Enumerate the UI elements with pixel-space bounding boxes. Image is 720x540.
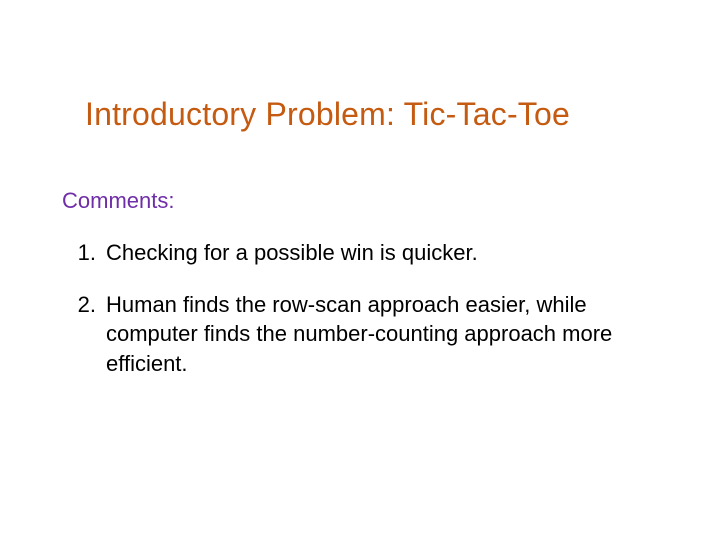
list-item-text: Checking for a possible win is quicker. xyxy=(106,238,650,268)
slide-title: Introductory Problem: Tic-Tac-Toe xyxy=(85,96,660,133)
list-item: 2. Human finds the row-scan approach eas… xyxy=(62,290,650,379)
list-item: 1. Checking for a possible win is quicke… xyxy=(62,238,650,268)
list-item-text: Human finds the row-scan approach easier… xyxy=(106,290,650,379)
list-item-number: 2. xyxy=(62,290,106,379)
list-item-number: 1. xyxy=(62,238,106,268)
slide: Introductory Problem: Tic-Tac-Toe Commen… xyxy=(0,0,720,540)
slide-body: 1. Checking for a possible win is quicke… xyxy=(62,238,650,401)
slide-subhead: Comments: xyxy=(62,188,174,214)
